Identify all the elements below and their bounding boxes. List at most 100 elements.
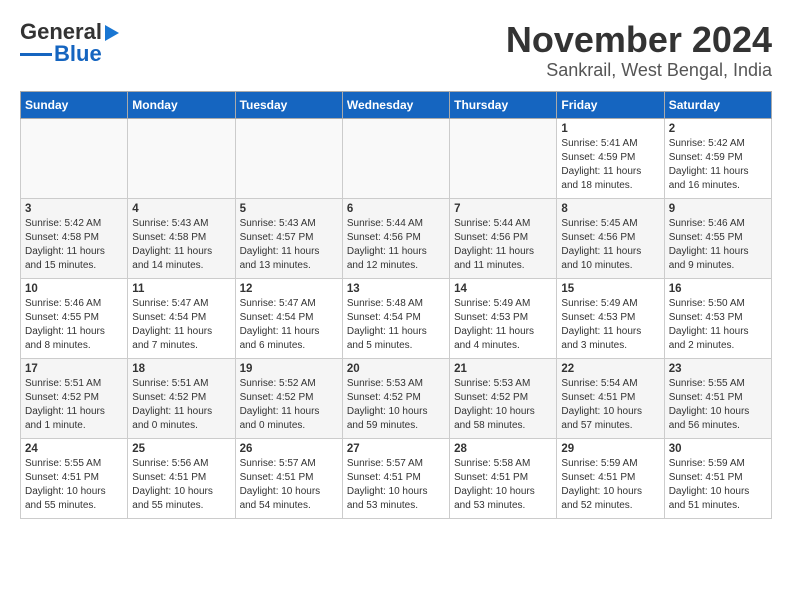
day-number: 2 — [669, 123, 767, 135]
day-number: 29 — [561, 443, 659, 455]
header-cell-saturday: Saturday — [664, 91, 771, 118]
day-number: 30 — [669, 443, 767, 455]
day-info: Sunrise: 5:55 AMSunset: 4:51 PMDaylight:… — [25, 457, 123, 513]
day-info: Sunrise: 5:57 AMSunset: 4:51 PMDaylight:… — [240, 457, 338, 513]
day-number: 10 — [25, 283, 123, 295]
day-number: 1 — [561, 123, 659, 135]
day-info: Sunrise: 5:46 AMSunset: 4:55 PMDaylight:… — [669, 217, 767, 273]
day-info: Sunrise: 5:44 AMSunset: 4:56 PMDaylight:… — [347, 217, 445, 273]
day-info: Sunrise: 5:53 AMSunset: 4:52 PMDaylight:… — [454, 377, 552, 433]
day-cell: 15Sunrise: 5:49 AMSunset: 4:53 PMDayligh… — [557, 278, 664, 358]
day-cell: 23Sunrise: 5:55 AMSunset: 4:51 PMDayligh… — [664, 358, 771, 438]
day-number: 9 — [669, 203, 767, 215]
day-number: 26 — [240, 443, 338, 455]
day-cell: 21 Sunrise: 5:53 AMSunset: 4:52 PMDayligh… — [450, 358, 557, 438]
day-number: 3 — [25, 203, 123, 215]
day-number: 14 — [454, 283, 552, 295]
day-info: Sunrise: 5:48 AMSunset: 4:54 PMDaylight:… — [347, 297, 445, 353]
day-number: 17 — [25, 363, 123, 375]
header-cell-friday: Friday — [557, 91, 664, 118]
day-number: 25 — [132, 443, 230, 455]
day-cell: 20Sunrise: 5:53 AMSunset: 4:52 PMDayligh… — [342, 358, 449, 438]
day-cell: 9 Sunrise: 5:46 AMSunset: 4:55 PMDaylight… — [664, 198, 771, 278]
day-number: 13 — [347, 283, 445, 295]
day-info: Sunrise: 5:43 AMSunset: 4:57 PMDaylight:… — [240, 217, 338, 273]
header-cell-tuesday: Tuesday — [235, 91, 342, 118]
day-cell: 25 Sunrise: 5:56 AMSunset: 4:51 PMDayligh… — [128, 438, 235, 518]
day-info: Sunrise: 5:50 AMSunset: 4:53 PMDaylight:… — [669, 297, 767, 353]
day-info: Sunrise: 5:44 AMSunset: 4:56 PMDaylight:… — [454, 217, 552, 273]
day-cell: 7 Sunrise: 5:44 AMSunset: 4:56 PMDaylight… — [450, 198, 557, 278]
day-cell: 13 Sunrise: 5:48 AMSunset: 4:54 PMDayligh… — [342, 278, 449, 358]
calendar-title: November 2024 — [506, 20, 772, 60]
week-row-2: 3Sunrise: 5:42 AMSunset: 4:58 PMDaylight… — [21, 198, 772, 278]
day-cell: 12Sunrise: 5:47 AMSunset: 4:54 PMDayligh… — [235, 278, 342, 358]
day-cell — [235, 118, 342, 198]
day-number: 19 — [240, 363, 338, 375]
header-cell-wednesday: Wednesday — [342, 91, 449, 118]
calendar-table: SundayMondayTuesdayWednesdayThursdayFrid… — [20, 91, 772, 519]
day-number: 4 — [132, 203, 230, 215]
day-number: 8 — [561, 203, 659, 215]
page-header: General Blue November 2024 Sankrail, Wes… — [20, 20, 772, 81]
day-cell: 28 Sunrise: 5:58 AMSunset: 4:51 PMDayligh… — [450, 438, 557, 518]
day-cell: 17 Sunrise: 5:51 AMSunset: 4:52 PMDayligh… — [21, 358, 128, 438]
day-info: Sunrise: 5:55 AMSunset: 4:51 PMDaylight:… — [669, 377, 767, 433]
day-cell: 11 Sunrise: 5:47 AMSunset: 4:54 PMDayligh… — [128, 278, 235, 358]
day-number: 7 — [454, 203, 552, 215]
day-info: Sunrise: 5:59 AMSunset: 4:51 PMDaylight:… — [561, 457, 659, 513]
day-info: Sunrise: 5:58 AMSunset: 4:51 PMDaylight:… — [454, 457, 552, 513]
header-row: SundayMondayTuesdayWednesdayThursdayFrid… — [21, 91, 772, 118]
day-info: Sunrise: 5:57 AMSunset: 4:51 PMDaylight:… — [347, 457, 445, 513]
day-number: 11 — [132, 283, 230, 295]
day-number: 24 — [25, 443, 123, 455]
week-row-1: 1 Sunrise: 5:41 AMSunset: 4:59 PMDaylight… — [21, 118, 772, 198]
day-cell: 5 Sunrise: 5:43 AMSunset: 4:57 PMDaylight… — [235, 198, 342, 278]
week-row-5: 24 Sunrise: 5:55 AMSunset: 4:51 PMDayligh… — [21, 438, 772, 518]
day-cell: 16 Sunrise: 5:50 AMSunset: 4:53 PMDayligh… — [664, 278, 771, 358]
title-block: November 2024 Sankrail, West Bengal, Ind… — [506, 20, 772, 81]
day-cell: 14 Sunrise: 5:49 AMSunset: 4:53 PMDayligh… — [450, 278, 557, 358]
logo-blue-text: Blue — [54, 42, 102, 66]
day-number: 28 — [454, 443, 552, 455]
week-row-4: 17 Sunrise: 5:51 AMSunset: 4:52 PMDayligh… — [21, 358, 772, 438]
day-info: Sunrise: 5:54 AMSunset: 4:51 PMDaylight:… — [561, 377, 659, 433]
day-info: Sunrise: 5:46 AMSunset: 4:55 PMDaylight:… — [25, 297, 123, 353]
day-cell: 8 Sunrise: 5:45 AMSunset: 4:56 PMDaylight… — [557, 198, 664, 278]
day-cell — [342, 118, 449, 198]
day-info: Sunrise: 5:49 AMSunset: 4:53 PMDaylight:… — [561, 297, 659, 353]
day-number: 27 — [347, 443, 445, 455]
day-cell — [450, 118, 557, 198]
day-cell: 1 Sunrise: 5:41 AMSunset: 4:59 PMDaylight… — [557, 118, 664, 198]
day-number: 5 — [240, 203, 338, 215]
day-cell: 6 Sunrise: 5:44 AMSunset: 4:56 PMDaylight… — [342, 198, 449, 278]
day-info: Sunrise: 5:41 AMSunset: 4:59 PMDaylight:… — [561, 137, 659, 193]
day-cell: 2 Sunrise: 5:42 AMSunset: 4:59 PMDaylight… — [664, 118, 771, 198]
day-number: 18 — [132, 363, 230, 375]
day-info: Sunrise: 5:52 AMSunset: 4:52 PMDaylight:… — [240, 377, 338, 433]
day-info: Sunrise: 5:43 AMSunset: 4:58 PMDaylight:… — [132, 217, 230, 273]
day-info: Sunrise: 5:51 AMSunset: 4:52 PMDaylight:… — [25, 377, 123, 433]
day-info: Sunrise: 5:56 AMSunset: 4:51 PMDaylight:… — [132, 457, 230, 513]
day-info: Sunrise: 5:47 AMSunset: 4:54 PMDaylight:… — [132, 297, 230, 353]
day-number: 6 — [347, 203, 445, 215]
day-cell: 24 Sunrise: 5:55 AMSunset: 4:51 PMDayligh… — [21, 438, 128, 518]
day-cell — [128, 118, 235, 198]
day-cell: 22 Sunrise: 5:54 AMSunset: 4:51 PMDayligh… — [557, 358, 664, 438]
header-cell-sunday: Sunday — [21, 91, 128, 118]
logo: General Blue — [20, 20, 119, 66]
day-cell: 3Sunrise: 5:42 AMSunset: 4:58 PMDaylight… — [21, 198, 128, 278]
day-number: 22 — [561, 363, 659, 375]
day-info: Sunrise: 5:45 AMSunset: 4:56 PMDaylight:… — [561, 217, 659, 273]
week-row-3: 10 Sunrise: 5:46 AMSunset: 4:55 PMDayligh… — [21, 278, 772, 358]
day-number: 21 — [454, 363, 552, 375]
day-cell: 29 Sunrise: 5:59 AMSunset: 4:51 PMDayligh… — [557, 438, 664, 518]
day-cell: 19 Sunrise: 5:52 AMSunset: 4:52 PMDayligh… — [235, 358, 342, 438]
day-info: Sunrise: 5:42 AMSunset: 4:59 PMDaylight:… — [669, 137, 767, 193]
day-number: 16 — [669, 283, 767, 295]
day-info: Sunrise: 5:53 AMSunset: 4:52 PMDaylight:… — [347, 377, 445, 433]
header-cell-thursday: Thursday — [450, 91, 557, 118]
calendar-subtitle: Sankrail, West Bengal, India — [506, 60, 772, 81]
day-info: Sunrise: 5:49 AMSunset: 4:53 PMDaylight:… — [454, 297, 552, 353]
day-cell: 4 Sunrise: 5:43 AMSunset: 4:58 PMDaylight… — [128, 198, 235, 278]
